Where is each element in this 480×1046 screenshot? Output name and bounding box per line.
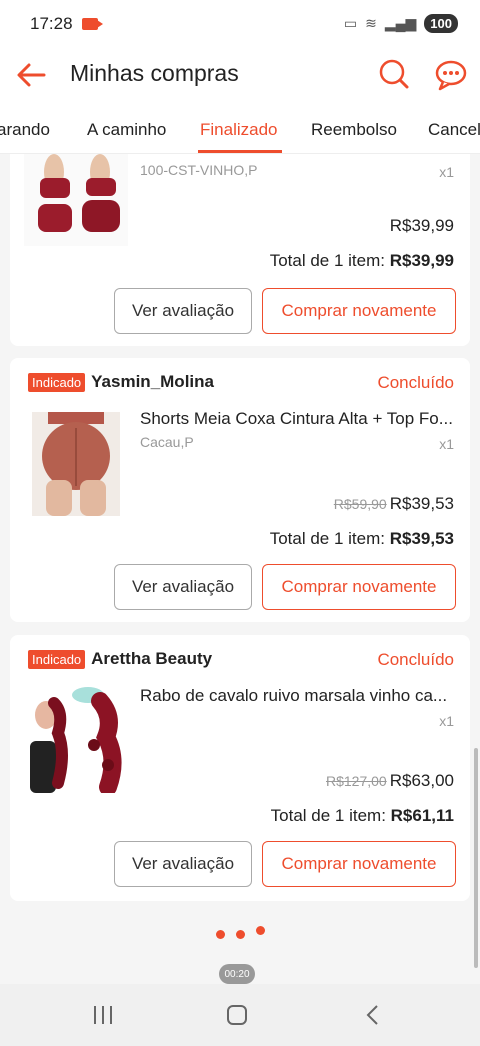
review-button[interactable]: Ver avaliação: [114, 288, 252, 334]
buy-again-button[interactable]: Comprar novamente: [262, 841, 456, 887]
shop-name[interactable]: Yasmin_Molina: [91, 372, 214, 392]
product-price: R$39,53: [389, 494, 454, 513]
original-price: R$127,00: [326, 773, 387, 789]
tab-a-caminho[interactable]: A caminho: [87, 120, 166, 140]
product-image-shorts-cacau: [24, 408, 128, 516]
product-price: R$63,00: [389, 771, 454, 790]
product-quantity: x1: [439, 713, 454, 729]
order-total: Total de 1 item: R$39,99: [270, 251, 454, 271]
order-total: Total de 1 item: R$39,53: [270, 529, 454, 549]
signal-icon: ▂▄▆: [384, 15, 417, 31]
order-card[interactable]: 100-CST-VINHO,P x1 R$39,99 Total de 1 it…: [10, 154, 470, 346]
loading-dot: [256, 926, 265, 935]
order-tabs: arando A caminho Finalizado Reembolso Ca…: [0, 102, 480, 154]
back-arrow-icon[interactable]: [14, 60, 48, 90]
product-variant: 100-CST-VINHO,P: [140, 162, 258, 178]
price-row: R$39,99: [390, 216, 454, 236]
recording-timer: 00:20: [219, 964, 255, 984]
tab-cancelado[interactable]: Cancel: [428, 120, 480, 140]
chat-icon[interactable]: [434, 59, 468, 91]
loading-dot: [216, 930, 225, 939]
price-row: R$127,00 R$63,00: [326, 771, 454, 791]
product-image-activewear-wine: [24, 154, 128, 246]
review-button[interactable]: Ver avaliação: [114, 841, 252, 887]
orders-list: 100-CST-VINHO,P x1 R$39,99 Total de 1 it…: [0, 154, 480, 984]
loading-dot: [236, 930, 245, 939]
system-nav-bar: [0, 984, 480, 1046]
buy-again-button[interactable]: Comprar novamente: [262, 564, 456, 610]
shop-row[interactable]: Indicado Arettha Beauty: [28, 649, 212, 669]
screen-record-icon: [82, 18, 103, 30]
order-status: Concluído: [377, 373, 454, 392]
product-name[interactable]: Rabo de cavalo ruivo marsala vinho ca...: [140, 686, 454, 706]
order-total: Total de 1 item: R$61,11: [271, 806, 454, 826]
product-thumbnail[interactable]: [24, 154, 128, 246]
active-tab-indicator: [198, 150, 282, 153]
tab-finalizado[interactable]: Finalizado: [200, 120, 278, 140]
status-bar: 17:28 ▭ ≋ ▂▄▆ 100: [0, 0, 480, 50]
total-value: R$39,53: [389, 529, 454, 548]
total-label: Total de 1 item:: [270, 806, 386, 825]
buy-again-button[interactable]: Comprar novamente: [262, 288, 456, 334]
cast-icon: ▭: [343, 15, 358, 31]
app-header: Minhas compras: [0, 50, 480, 102]
order-card[interactable]: Indicado Yasmin_Molina Concluído Shorts …: [10, 358, 470, 622]
product-quantity: x1: [439, 164, 454, 180]
tab-reembolso[interactable]: Reembolso: [311, 120, 397, 140]
product-variant: Cacau,P: [140, 434, 194, 450]
price-row: R$59,90 R$39,53: [334, 494, 454, 514]
total-value: R$39,99: [389, 251, 454, 270]
battery-indicator: 100: [424, 14, 458, 33]
review-button[interactable]: Ver avaliação: [114, 564, 252, 610]
total-label: Total de 1 item:: [269, 529, 385, 548]
scrollbar[interactable]: [474, 748, 478, 968]
page-title: Minhas compras: [70, 60, 239, 86]
total-label: Total de 1 item:: [269, 251, 385, 270]
product-thumbnail[interactable]: [24, 408, 128, 516]
original-price: R$59,90: [333, 496, 387, 512]
total-value: R$61,11: [390, 806, 454, 825]
tab-preparando[interactable]: arando: [0, 120, 50, 140]
recent-apps-icon[interactable]: [88, 1002, 118, 1028]
product-thumbnail[interactable]: [24, 685, 128, 793]
product-quantity: x1: [439, 436, 454, 452]
loading-indicator: [214, 924, 270, 940]
order-status: Concluído: [377, 650, 454, 669]
order-card[interactable]: Indicado Arettha Beauty Concluído Rabo d…: [10, 635, 470, 901]
status-icons: ▭ ≋ ▂▄▆ 100: [344, 14, 458, 33]
recommended-badge: Indicado: [28, 372, 86, 392]
home-icon[interactable]: [222, 1002, 252, 1028]
product-price: R$39,99: [389, 216, 454, 235]
wifi-icon: ≋: [365, 15, 377, 31]
shop-name[interactable]: Arettha Beauty: [91, 649, 212, 669]
product-name[interactable]: Shorts Meia Coxa Cintura Alta + Top Fo..…: [140, 409, 454, 429]
back-icon[interactable]: [358, 1002, 388, 1028]
status-time: 17:28: [30, 14, 73, 33]
recommended-badge: Indicado: [28, 649, 86, 669]
shop-row[interactable]: Indicado Yasmin_Molina: [28, 372, 214, 392]
product-image-curly-ponytail: [24, 685, 128, 793]
search-icon[interactable]: [378, 58, 410, 90]
